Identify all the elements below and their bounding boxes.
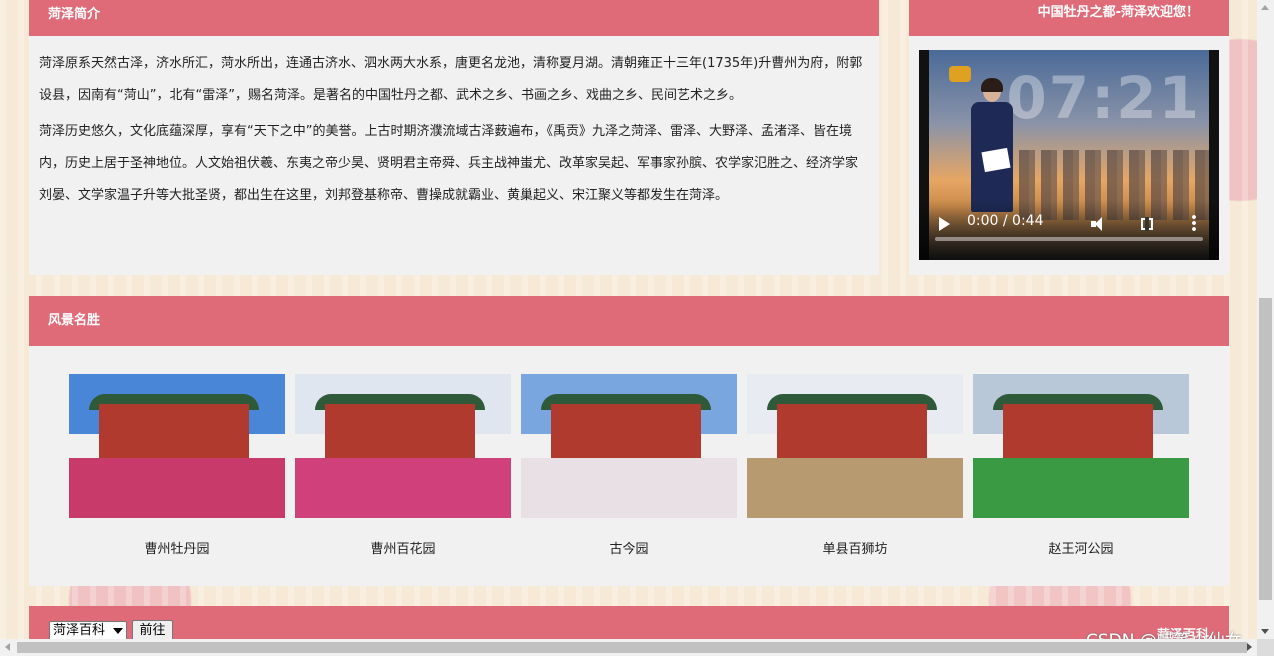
go-button[interactable]: 前往 <box>132 620 173 641</box>
scenic-caption[interactable]: 曹州牡丹园 <box>69 538 285 557</box>
scrollbar-corner <box>1257 639 1274 656</box>
intro-paragraph: 菏泽原系天然古泽，济水所汇，菏水所出，连通古济水、泗水两大水系，唐更名龙池，清称… <box>39 56 863 103</box>
scenic-panel: 风景名胜 曹州牡丹园 曹州百花园 古今园 单县百狮坊 赵王河公园 <box>29 296 1229 586</box>
scenic-card[interactable]: 曹州牡丹园 <box>69 374 285 557</box>
scroll-left-icon[interactable] <box>5 643 10 651</box>
fullscreen-icon[interactable] <box>1141 217 1153 231</box>
tv-station-logo-icon <box>949 66 971 82</box>
scenic-card[interactable]: 曹州百花园 <box>295 374 511 557</box>
scenic-caption[interactable]: 赵王河公园 <box>973 538 1189 557</box>
scenic-gallery: 曹州牡丹园 曹州百花园 古今园 单县百狮坊 赵王河公园 <box>69 374 1199 564</box>
scroll-up-icon[interactable] <box>1261 5 1269 10</box>
scenic-caption[interactable]: 单县百狮坊 <box>747 538 963 557</box>
video-player[interactable]: 07:21 0:00 / 0:44 <box>919 50 1219 260</box>
video-header: 中国牡丹之都-菏泽欢迎您！ <box>909 0 1229 36</box>
scenic-card[interactable]: 赵王河公园 <box>973 374 1189 557</box>
scenic-caption[interactable]: 曹州百花园 <box>295 538 511 557</box>
scenic-caption[interactable]: 古今园 <box>521 538 737 557</box>
video-title: 中国牡丹之都-菏泽欢迎您！ <box>1037 5 1199 20</box>
intro-panel: 菏泽简介 菏泽原系天然古泽，济水所汇，菏水所出，连通古济水、泗水两大水系，唐更名… <box>29 0 879 275</box>
play-icon[interactable] <box>939 217 950 231</box>
horizontal-scroll-thumb[interactable] <box>17 642 1247 653</box>
scenic-card[interactable]: 古今园 <box>521 374 737 557</box>
vertical-scroll-thumb[interactable] <box>1259 298 1272 600</box>
intro-title: 菏泽简介 <box>48 7 101 22</box>
horizontal-scrollbar[interactable] <box>0 639 1274 656</box>
more-options-icon[interactable] <box>1192 214 1196 232</box>
chevron-down-icon <box>113 628 123 634</box>
scenic-photo[interactable] <box>521 374 737 518</box>
intro-header: 菏泽简介 <box>29 0 879 36</box>
photo-ground <box>295 458 511 518</box>
video-panel: 中国牡丹之都-菏泽欢迎您！ 07:21 0:00 / 0:44 <box>909 0 1229 275</box>
photo-ground <box>521 458 737 518</box>
scenic-photo[interactable] <box>747 374 963 518</box>
select-value: 菏泽百科 <box>53 623 106 638</box>
video-progress-bar[interactable] <box>935 237 1203 241</box>
volume-icon[interactable] <box>1091 217 1105 231</box>
scenic-title: 风景名胜 <box>48 313 101 328</box>
vertical-scrollbar[interactable] <box>1257 0 1274 639</box>
intro-paragraph: 菏泽历史悠久，文化底蕴深厚，享有“天下之中”的美誉。上古时期济濮流域古泽薮遍布，… <box>39 124 859 203</box>
scroll-down-icon[interactable] <box>1261 629 1269 634</box>
scenic-photo[interactable] <box>973 374 1189 518</box>
encyclopedia-select[interactable]: 菏泽百科 <box>49 621 127 641</box>
video-time: 0:00 / 0:44 <box>967 213 1044 229</box>
scenic-card[interactable]: 单县百狮坊 <box>747 374 963 557</box>
scenic-header: 风景名胜 <box>29 296 1229 346</box>
video-controls: 0:00 / 0:44 <box>919 200 1219 260</box>
photo-ground <box>973 458 1189 518</box>
scenic-photo[interactable] <box>295 374 511 518</box>
photo-ground <box>69 458 285 518</box>
video-overlay-clock: 07:21 <box>1006 64 1201 132</box>
intro-body: 菏泽原系天然古泽，济水所汇，菏水所出，连通古济水、泗水两大水系，唐更名龙池，清称… <box>29 36 879 212</box>
scenic-photo[interactable] <box>69 374 285 518</box>
scroll-right-icon[interactable] <box>1247 643 1252 651</box>
photo-ground <box>747 458 963 518</box>
